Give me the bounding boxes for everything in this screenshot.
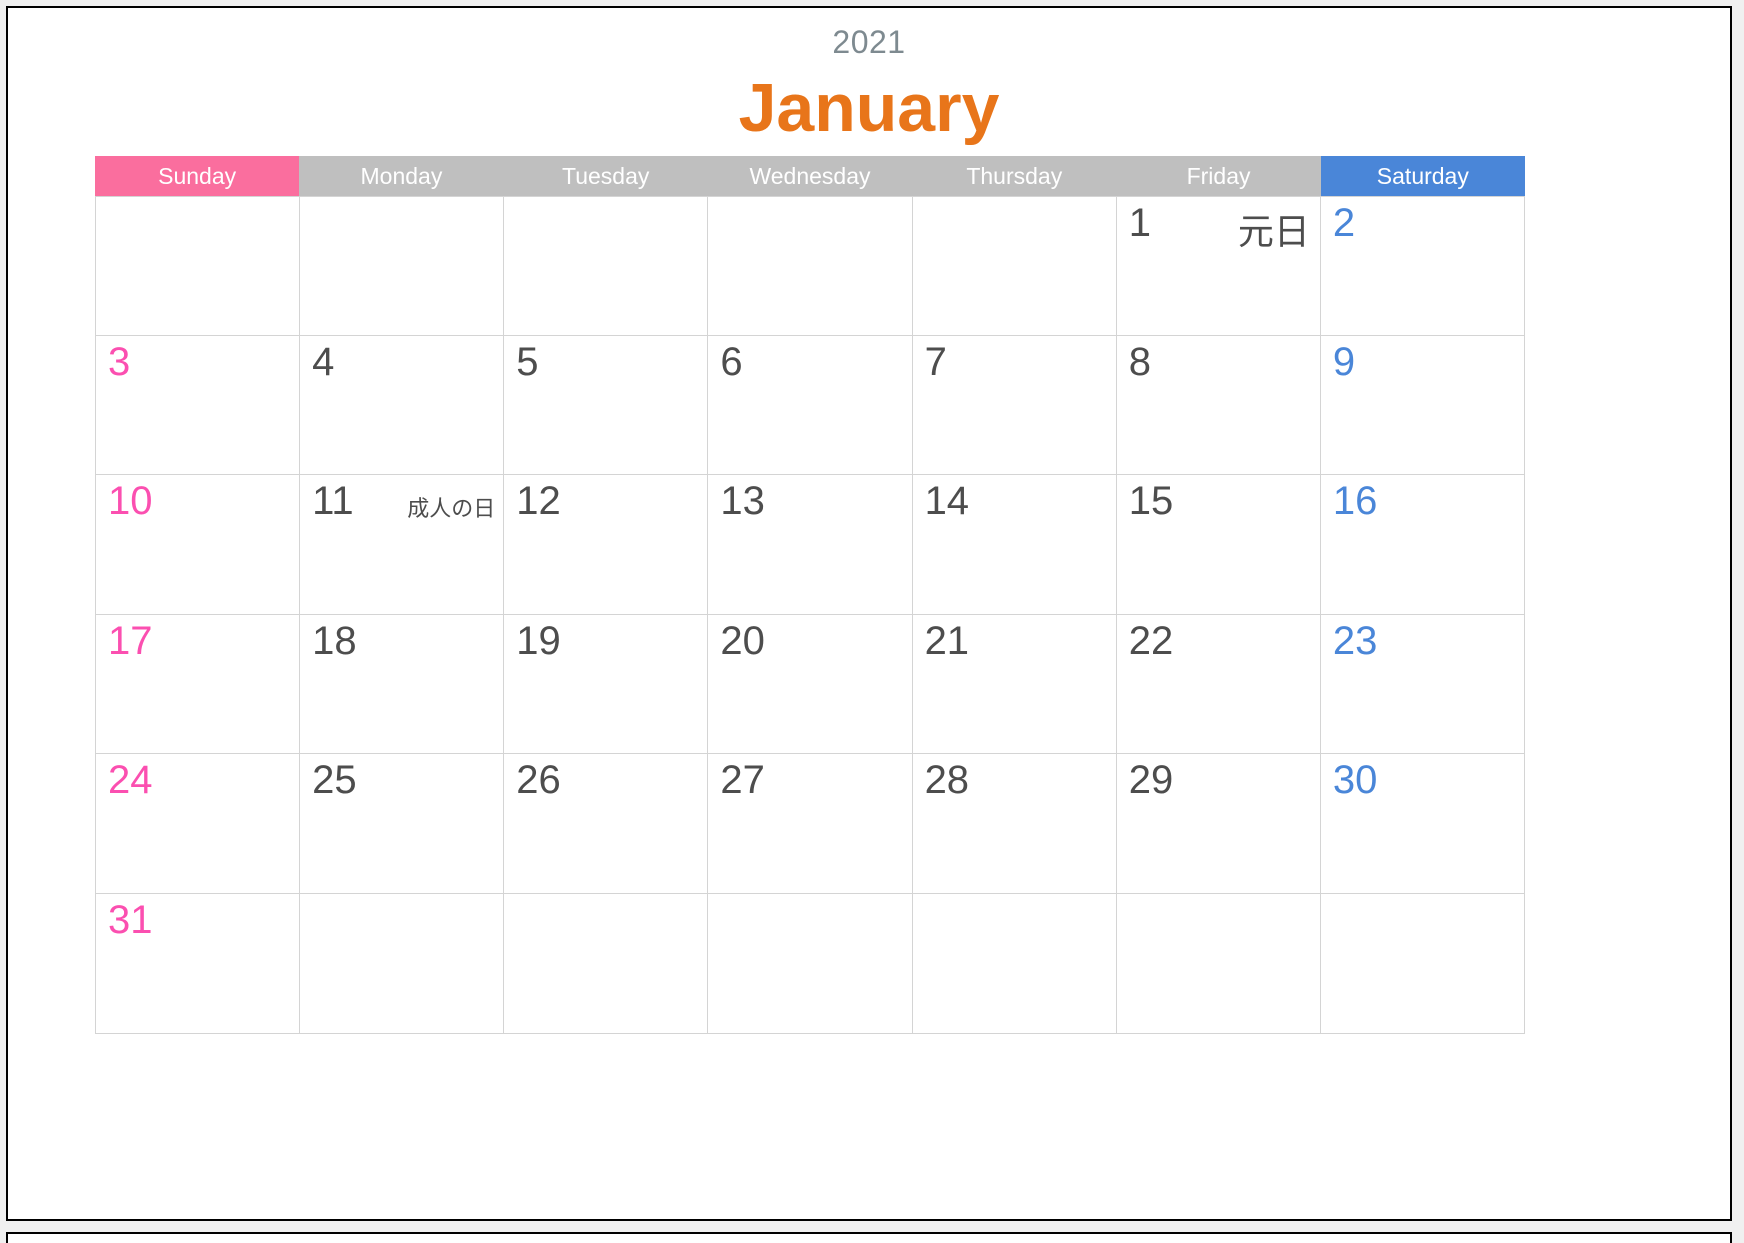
day-number: 20 xyxy=(720,619,765,663)
day-number: 26 xyxy=(516,758,561,802)
day-number: 10 xyxy=(108,479,153,523)
day-of-week-header-thursday: Thursday xyxy=(912,156,1117,196)
calendar-day-cell-empty[interactable] xyxy=(300,894,505,1034)
calendar-week-row: 10 11 成人の日 12 13 14 15 16 xyxy=(95,475,1525,615)
day-number: 19 xyxy=(516,619,561,663)
calendar-day-cell-25[interactable]: 25 xyxy=(300,754,505,894)
day-number: 31 xyxy=(108,898,153,942)
calendar-day-cell-empty[interactable] xyxy=(1116,894,1321,1034)
day-number: 14 xyxy=(924,479,970,523)
calendar-day-cell-30[interactable]: 30 xyxy=(1320,754,1525,894)
day-number: 15 xyxy=(1128,479,1174,523)
day-of-week-header-wednesday: Wednesday xyxy=(707,156,913,196)
calendar-day-cell-24[interactable]: 24 xyxy=(96,754,301,894)
calendar-day-cell-empty[interactable] xyxy=(96,196,301,336)
calendar-week-row: 17 18 19 20 21 22 23 xyxy=(95,615,1525,754)
day-number: 30 xyxy=(1332,758,1378,802)
day-number: 21 xyxy=(924,619,970,663)
calendar-day-cell-empty[interactable] xyxy=(504,894,709,1034)
calendar-day-cell-26[interactable]: 26 xyxy=(504,754,709,894)
day-of-week-header-monday: Monday xyxy=(299,156,504,196)
calendar-page: 2021 January Sunday Monday Tuesday Wednesda… xyxy=(6,6,1732,1221)
day-number: 28 xyxy=(924,758,970,802)
day-number: 29 xyxy=(1128,758,1174,802)
day-of-week-header-friday: Friday xyxy=(1116,156,1321,196)
day-number: 27 xyxy=(720,758,765,802)
day-number: 25 xyxy=(312,758,357,802)
calendar-day-cell-4[interactable]: 4 xyxy=(300,336,505,475)
calendar-day-cell-3[interactable]: 3 xyxy=(96,336,301,475)
calendar-day-cell-8[interactable]: 8 xyxy=(1116,336,1321,475)
day-number: 3 xyxy=(108,340,131,384)
calendar-day-cell-6[interactable]: 6 xyxy=(708,336,913,475)
day-number: 1 xyxy=(1128,201,1151,245)
calendar-day-cell-27[interactable]: 27 xyxy=(708,754,913,894)
day-number: 18 xyxy=(312,619,357,663)
calendar-day-cell-empty[interactable] xyxy=(504,196,709,336)
day-number: 12 xyxy=(516,479,561,523)
day-number: 23 xyxy=(1332,619,1378,663)
calendar-day-cell-11[interactable]: 11 成人の日 xyxy=(300,475,505,615)
calendar-week-row: 31 xyxy=(95,894,1525,1034)
calendar-week-row: 24 25 26 27 28 29 30 xyxy=(95,754,1525,894)
calendar-day-cell-5[interactable]: 5 xyxy=(504,336,709,475)
day-number: 24 xyxy=(108,758,153,802)
calendar-day-cell-7[interactable]: 7 xyxy=(912,336,1117,475)
day-number: 6 xyxy=(720,340,743,384)
calendar-day-cell-17[interactable]: 17 xyxy=(96,615,301,754)
day-number: 5 xyxy=(516,340,539,384)
calendar-day-cell-1[interactable]: 1 元日 xyxy=(1116,196,1321,336)
calendar-day-cell-12[interactable]: 12 xyxy=(504,475,709,615)
screenshot-root: 2021 January Sunday Monday Tuesday Wednesda… xyxy=(0,0,1744,1243)
day-of-week-header-saturday: Saturday xyxy=(1320,156,1525,196)
day-number: 4 xyxy=(312,340,335,384)
calendar-day-cell-9[interactable]: 9 xyxy=(1320,336,1525,475)
calendar-day-cell-18[interactable]: 18 xyxy=(300,615,505,754)
calendar-day-cell-empty[interactable] xyxy=(912,196,1117,336)
calendar-week-row: 3 4 5 6 7 8 9 xyxy=(95,336,1525,475)
calendar-day-cell-20[interactable]: 20 xyxy=(708,615,913,754)
next-page-edge xyxy=(6,1232,1732,1243)
day-number: 7 xyxy=(924,340,947,384)
calendar-day-cell-10[interactable]: 10 xyxy=(96,475,301,615)
day-number: 13 xyxy=(720,479,765,523)
calendar-day-cell-23[interactable]: 23 xyxy=(1320,615,1525,754)
calendar-day-cell-2[interactable]: 2 xyxy=(1320,196,1525,336)
calendar-week-row: 1 元日 2 xyxy=(95,196,1525,336)
day-number: 16 xyxy=(1332,479,1378,523)
day-of-week-header-sunday: Sunday xyxy=(95,156,300,196)
day-number: 11 xyxy=(312,479,354,523)
holiday-label: 成人の日 xyxy=(407,496,496,521)
calendar-day-cell-31[interactable]: 31 xyxy=(96,894,301,1034)
calendar-day-cell-28[interactable]: 28 xyxy=(912,754,1117,894)
calendar-day-cell-21[interactable]: 21 xyxy=(912,615,1117,754)
calendar-day-cell-empty[interactable] xyxy=(912,894,1117,1034)
calendar-day-cell-15[interactable]: 15 xyxy=(1116,475,1321,615)
calendar-year: 2021 xyxy=(832,24,906,60)
holiday-label: 元日 xyxy=(1237,211,1310,252)
day-number: 22 xyxy=(1128,619,1174,663)
calendar-day-cell-29[interactable]: 29 xyxy=(1116,754,1321,894)
calendar-day-cell-empty[interactable] xyxy=(1320,894,1525,1034)
calendar-month-title: January xyxy=(738,70,1000,146)
day-number: 8 xyxy=(1128,340,1151,384)
calendar-day-cell-empty[interactable] xyxy=(300,196,505,336)
calendar-weeks: 1 元日 2 3 4 5 6 7 8 9 10 11 成人の日 12 13 14 15 16 17 18 19 20 21 2… xyxy=(95,196,1525,1034)
calendar-day-cell-empty[interactable] xyxy=(708,894,913,1034)
calendar-grid: Sunday Monday Tuesday Wednesday Thursday Frid… xyxy=(95,156,1525,1034)
day-number: 2 xyxy=(1332,201,1356,245)
calendar-day-cell-14[interactable]: 14 xyxy=(912,475,1117,615)
calendar-day-cell-empty[interactable] xyxy=(708,196,913,336)
day-number: 17 xyxy=(108,619,153,663)
calendar-day-cell-19[interactable]: 19 xyxy=(504,615,709,754)
day-of-week-header-tuesday: Tuesday xyxy=(503,156,708,196)
calendar-day-cell-16[interactable]: 16 xyxy=(1320,475,1525,615)
calendar-day-cell-13[interactable]: 13 xyxy=(708,475,913,615)
day-of-week-header-row: Sunday Monday Tuesday Wednesday Thursday Frid… xyxy=(95,156,1525,196)
calendar-day-cell-22[interactable]: 22 xyxy=(1116,615,1321,754)
day-number: 9 xyxy=(1332,340,1356,384)
